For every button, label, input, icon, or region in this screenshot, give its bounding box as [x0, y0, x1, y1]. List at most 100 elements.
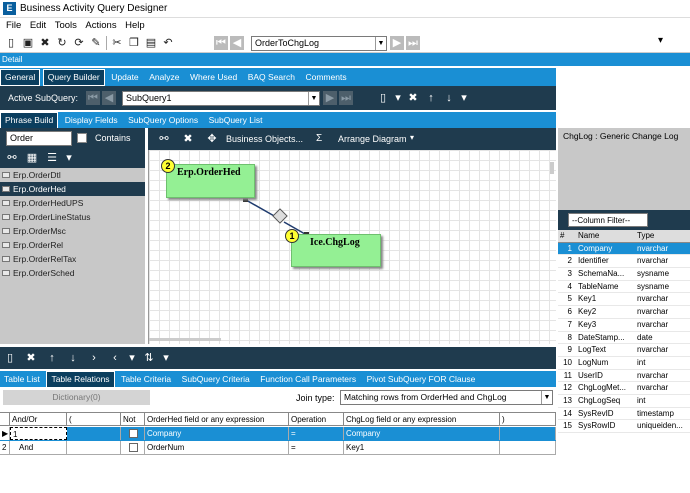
move-up-icon[interactable]: ↑	[45, 351, 59, 365]
last-record-icon[interactable]: ⏭	[406, 36, 420, 50]
tab-function-call-parameters[interactable]: Function Call Parameters	[256, 372, 360, 387]
delete-icon[interactable]: ✖	[24, 351, 38, 365]
row-close-paren-cell[interactable]	[500, 441, 556, 454]
row-close-paren-cell[interactable]	[500, 427, 556, 440]
move-down-icon[interactable]: ↓	[442, 91, 456, 105]
row-left-field-cell[interactable]: Company	[145, 427, 289, 440]
not-checkbox[interactable]	[129, 429, 138, 438]
first-subquery-icon[interactable]: ⏮	[86, 91, 100, 105]
list-item[interactable]: 14 SysRevID timestamp	[558, 408, 690, 421]
menu-tools[interactable]: Tools	[55, 20, 77, 31]
tab-comments[interactable]: Comments	[301, 70, 350, 85]
tab-table-relations[interactable]: Table Relations	[46, 371, 115, 388]
diagram-canvas[interactable]: 2 Erp.OrderHed 1 Ice.ChgLog	[148, 150, 556, 344]
list-view-icon[interactable]: ☰	[45, 151, 59, 165]
tab-phrase-build[interactable]: Phrase Build	[0, 112, 59, 129]
new-subquery-icon[interactable]: ▯	[376, 91, 390, 105]
undo-icon[interactable]: ↶	[161, 36, 175, 50]
more-icon[interactable]: ▾	[658, 35, 663, 46]
list-item[interactable]: Erp.OrderMsc	[0, 224, 145, 238]
tab-general[interactable]: General	[0, 69, 41, 86]
not-checkbox[interactable]	[129, 443, 138, 452]
tab-query-builder[interactable]: Query Builder	[42, 69, 105, 86]
list-item[interactable]: 15 SysRowID uniqueiden...	[558, 420, 690, 433]
clear-icon[interactable]: ✎	[89, 36, 103, 50]
tab-where-used[interactable]: Where Used	[186, 70, 241, 85]
chevron-down-icon[interactable]: ▾	[410, 133, 414, 142]
prev-record-icon[interactable]: ◀	[230, 36, 244, 50]
horizontal-scrollbar[interactable]	[149, 338, 221, 341]
row-right-field-cell[interactable]: Key1	[344, 441, 500, 454]
move-up-icon[interactable]: ↑	[424, 91, 438, 105]
new-icon[interactable]: ▯	[3, 351, 17, 365]
next-record-icon[interactable]: ▶	[390, 36, 404, 50]
grid-view-icon[interactable]: ▦	[25, 151, 39, 165]
table-search-input[interactable]: Order	[6, 131, 72, 146]
more-icon[interactable]: ▾	[460, 91, 468, 105]
query-selector[interactable]: OrderToChgLog ▼	[251, 36, 387, 51]
list-item[interactable]: 5 Key1 nvarchar	[558, 293, 690, 307]
row-right-field-cell[interactable]: Company	[344, 427, 500, 440]
list-item[interactable]: 12 ChgLogMet... nvarchar	[558, 382, 690, 395]
sort-icon[interactable]: ⇅	[142, 351, 156, 365]
delete-subquery-icon[interactable]: ✖	[406, 91, 420, 105]
more-icon[interactable]: ▾	[129, 351, 135, 365]
sigma-button[interactable]: Σ	[316, 133, 322, 144]
chevron-down-icon[interactable]: ▼	[541, 391, 552, 404]
list-item[interactable]: Erp.OrderHedUPS	[0, 196, 145, 210]
list-item[interactable]: Erp.OrderLineStatus	[0, 210, 145, 224]
row-and-or-cell[interactable]: And	[10, 441, 67, 454]
list-item[interactable]: 11 UserID nvarchar	[558, 370, 690, 383]
list-item[interactable]: 4 TableName sysname	[558, 281, 690, 294]
copy-icon[interactable]: ❐	[127, 36, 141, 50]
menu-file[interactable]: File	[6, 20, 21, 31]
row-open-paren-cell[interactable]	[67, 427, 121, 440]
list-item[interactable]: Erp.OrderRel	[0, 238, 145, 252]
save-icon[interactable]: ▣	[21, 36, 35, 50]
next-subquery-icon[interactable]: ▶	[323, 91, 337, 105]
tab-display-fields[interactable]: Display Fields	[61, 113, 122, 128]
row-open-paren-cell[interactable]	[67, 441, 121, 454]
vertical-scrollbar[interactable]	[550, 162, 554, 174]
link-icon[interactable]: ⚯	[157, 132, 171, 146]
more-icon[interactable]: ▾	[163, 351, 169, 365]
refresh-all-icon[interactable]: ⟳	[72, 36, 86, 50]
join-type-select[interactable]: Matching rows from OrderHed and ChgLog ▼	[340, 390, 553, 405]
prev-subquery-icon[interactable]: ◀	[102, 91, 116, 105]
table-row[interactable]: 2 And OrderNum = Key1	[0, 441, 556, 455]
row-operation-cell[interactable]: =	[289, 441, 344, 454]
tab-subquery-criteria[interactable]: SubQuery Criteria	[178, 372, 254, 387]
list-item[interactable]: 10 LogNum int	[558, 357, 690, 370]
refresh-icon[interactable]: ↻	[55, 36, 69, 50]
row-operation-cell[interactable]: =	[289, 427, 344, 440]
contains-checkbox[interactable]	[77, 133, 87, 143]
delete-icon[interactable]: ✖	[38, 36, 52, 50]
tab-analyze[interactable]: Analyze	[145, 70, 183, 85]
list-item[interactable]: Erp.OrderDtl	[0, 168, 145, 182]
list-item[interactable]: 13 ChgLogSeq int	[558, 395, 690, 408]
tab-table-criteria[interactable]: Table Criteria	[117, 372, 175, 387]
chevron-down-icon[interactable]: ▾	[394, 91, 402, 105]
diagram-node-chglog[interactable]: 1 Ice.ChgLog	[285, 229, 381, 267]
row-not-cell[interactable]	[121, 441, 145, 454]
move-icon[interactable]: ✥	[205, 132, 219, 146]
list-item[interactable]: 7 Key3 nvarchar	[558, 319, 690, 332]
list-item[interactable]: 9 LogText nvarchar	[558, 344, 690, 357]
row-left-field-cell[interactable]: OrderNum	[145, 441, 289, 454]
tab-subquery-options[interactable]: SubQuery Options	[124, 113, 202, 128]
tab-subquery-list[interactable]: SubQuery List	[205, 113, 267, 128]
outdent-icon[interactable]: ‹	[108, 351, 122, 365]
list-item[interactable]: 2 Identifier nvarchar	[558, 255, 690, 269]
more-icon[interactable]: ▾	[65, 151, 73, 165]
move-down-icon[interactable]: ↓	[66, 351, 80, 365]
tab-table-list[interactable]: Table List	[0, 372, 44, 387]
diagram-node-orderhed[interactable]: 2 Erp.OrderHed	[161, 159, 255, 198]
list-item[interactable]: Erp.OrderHed	[0, 182, 145, 196]
chevron-down-icon[interactable]: ▼	[308, 92, 319, 105]
tab-baq-search[interactable]: BAQ Search	[244, 70, 299, 85]
tab-pivot-subquery[interactable]: Pivot SubQuery FOR Clause	[363, 372, 480, 387]
delete-icon[interactable]: ✖	[181, 132, 195, 146]
menu-actions[interactable]: Actions	[85, 20, 116, 31]
list-item[interactable]: 3 SchemaNa... sysname	[558, 268, 690, 281]
chevron-down-icon[interactable]: ▼	[375, 37, 386, 50]
